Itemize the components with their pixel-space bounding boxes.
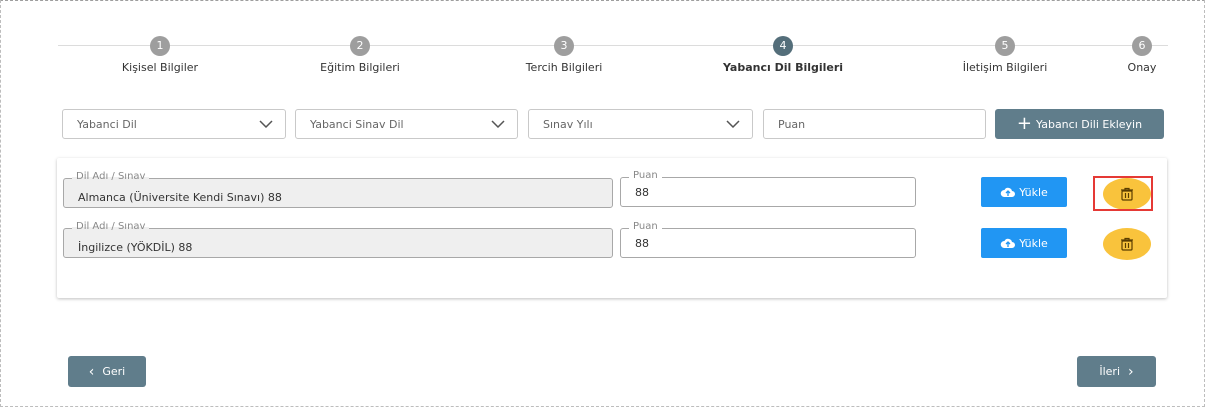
back-label: Geri: [102, 365, 126, 378]
language-select-value: Yabanci Dil: [77, 118, 137, 131]
chevron-left-icon: ‹: [88, 363, 95, 380]
step-label: Onay: [1127, 61, 1157, 74]
upload-button[interactable]: Yükle: [981, 177, 1067, 207]
field-value: 88: [635, 186, 649, 199]
step-kisisel-bilgiler[interactable]: 1 Kişisel Bilgiler: [70, 36, 250, 74]
language-name-field: Dil Adı / Sınav İngilizce (YÖKDİL) 88: [63, 221, 613, 258]
trash-icon: [1121, 237, 1133, 251]
language-select[interactable]: Yabanci Dil: [62, 109, 286, 139]
step-label: Tercih Bilgileri: [525, 61, 603, 74]
field-legend: Dil Adı / Sınav: [72, 221, 150, 232]
language-name-field: Dil Adı / Sınav Almanca (Üniversite Kend…: [63, 171, 613, 208]
cloud-upload-icon: [1000, 187, 1016, 197]
highlight-box: [1093, 176, 1153, 211]
chevron-down-icon: [726, 120, 740, 129]
year-select-value: Sınav Yılı: [543, 118, 593, 131]
field-value: İngilizce (YÖKDİL) 88: [78, 241, 193, 254]
add-language-label: Yabancı Dili Ekleyin: [1036, 117, 1143, 131]
score-field[interactable]: Puan 88: [620, 170, 916, 207]
upload-button[interactable]: Yükle: [981, 228, 1067, 258]
field-value: Almanca (Üniversite Kendi Sınavı) 88: [78, 191, 282, 204]
field-legend: Dil Adı / Sınav: [72, 171, 150, 182]
step-yabanci-dil-bilgileri[interactable]: 4 Yabancı Dil Bilgileri: [693, 36, 873, 74]
field-value: 88: [635, 237, 649, 250]
score-input[interactable]: Puan: [763, 109, 986, 139]
exam-select[interactable]: Yabanci Sinav Dil: [295, 109, 518, 139]
back-button[interactable]: ‹ Geri: [68, 356, 146, 387]
step-tercih-bilgileri[interactable]: 3 Tercih Bilgileri: [474, 36, 654, 74]
score-field[interactable]: Puan 88: [620, 221, 916, 258]
step-label: Yabancı Dil Bilgileri: [722, 61, 844, 74]
field-legend: Puan: [629, 221, 662, 232]
next-label: İleri: [1099, 365, 1121, 378]
step-label: Kişisel Bilgiler: [121, 61, 199, 74]
step-number: 4: [773, 36, 793, 56]
score-input-placeholder: Puan: [778, 118, 806, 131]
chevron-down-icon: [491, 120, 505, 129]
step-number: 1: [150, 36, 170, 56]
upload-label: Yükle: [1019, 236, 1048, 250]
chevron-right-icon: ›: [1128, 363, 1134, 380]
plus-icon: +: [1016, 113, 1033, 134]
add-language-button[interactable]: + Yabancı Dili Ekleyin: [995, 109, 1164, 139]
step-number: 2: [350, 36, 370, 56]
step-label: Eğitim Bilgileri: [320, 61, 400, 74]
chevron-down-icon: [259, 120, 273, 129]
step-number: 6: [1132, 36, 1152, 56]
cloud-upload-icon: [1000, 238, 1016, 248]
step-number: 5: [995, 36, 1015, 56]
delete-button[interactable]: [1103, 228, 1151, 260]
exam-select-value: Yabanci Sinav Dil: [310, 118, 404, 131]
step-egitim-bilgileri[interactable]: 2 Eğitim Bilgileri: [270, 36, 450, 74]
step-number: 3: [554, 36, 574, 56]
year-select[interactable]: Sınav Yılı: [528, 109, 753, 139]
step-onay[interactable]: 6 Onay: [1052, 36, 1205, 74]
language-list-card: Dil Adı / Sınav Almanca (Üniversite Kend…: [57, 158, 1167, 298]
upload-label: Yükle: [1019, 185, 1048, 199]
next-button[interactable]: İleri ›: [1077, 356, 1156, 387]
field-legend: Puan: [629, 170, 662, 181]
